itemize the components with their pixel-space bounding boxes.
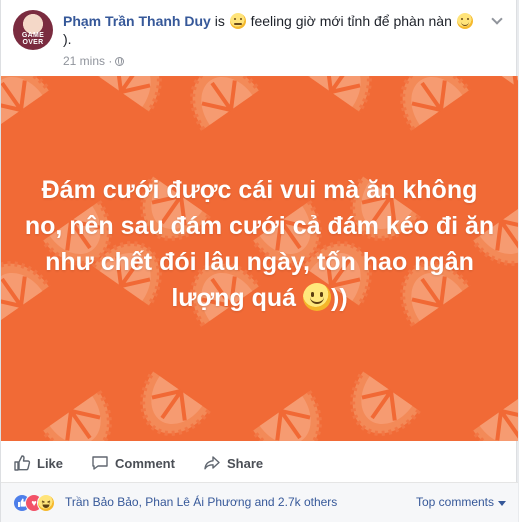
status-text-body: Đám cưới được cái vui mà ăn không no, nê… xyxy=(24,176,495,312)
post-title-line: Phạm Trần Thanh Duy is feeling giờ mới t… xyxy=(63,12,504,48)
is-text: is xyxy=(210,13,229,29)
status-text-end: )) xyxy=(331,284,348,312)
post-background-banner: Đám cưới được cái vui mà ăn không no, nê… xyxy=(1,76,518,441)
globe-icon[interactable] xyxy=(115,57,125,66)
feeling-end-text: ). xyxy=(63,31,72,47)
feeling-text: feeling giờ mới tỉnh để phàn nàn xyxy=(246,13,456,29)
avatar-badge: GAME OVER xyxy=(21,32,45,46)
thumbs-up-icon xyxy=(14,455,31,471)
like-label: Like xyxy=(37,456,64,471)
comment-bubble-icon xyxy=(92,456,108,470)
reaction-names-link[interactable]: Trần Bảo Bảo, Phan Lê Ái Phương and 2.7k… xyxy=(65,495,337,509)
share-label: Share xyxy=(227,456,264,471)
caret-down-icon[interactable] xyxy=(498,501,506,506)
like-button[interactable]: Like xyxy=(13,454,63,472)
reactions-footer: ♥ Trần Bảo Bảo, Phan Lê Ái Phương and 2.… xyxy=(1,483,518,522)
status-text: Đám cưới được cái vui mà ăn không no, nê… xyxy=(21,172,498,316)
smile-emoji-icon xyxy=(303,283,332,311)
share-arrow-icon xyxy=(204,456,220,470)
avatar[interactable]: GAME OVER xyxy=(13,10,53,50)
comment-button[interactable]: Comment xyxy=(91,454,175,472)
comment-label: Comment xyxy=(115,456,175,471)
tired-face-emoji-icon xyxy=(229,13,246,29)
post-card: GAME OVER Phạm Trần Thanh Duy is feeling… xyxy=(0,0,518,522)
post-meta: 21 mins · xyxy=(63,54,125,68)
post-options-chevron-icon[interactable] xyxy=(490,14,504,28)
smile-emoji-icon xyxy=(456,13,473,29)
top-comments-dropdown[interactable]: Top comments xyxy=(416,495,494,509)
post-header: GAME OVER Phạm Trần Thanh Duy is feeling… xyxy=(13,10,504,68)
author-name-link[interactable]: Phạm Trần Thanh Duy xyxy=(63,13,211,29)
action-bar: Like Comment Share xyxy=(1,441,518,483)
share-button[interactable]: Share xyxy=(203,454,263,472)
haha-reaction-icon xyxy=(37,494,55,512)
timestamp-link[interactable]: 21 mins · xyxy=(63,54,112,68)
